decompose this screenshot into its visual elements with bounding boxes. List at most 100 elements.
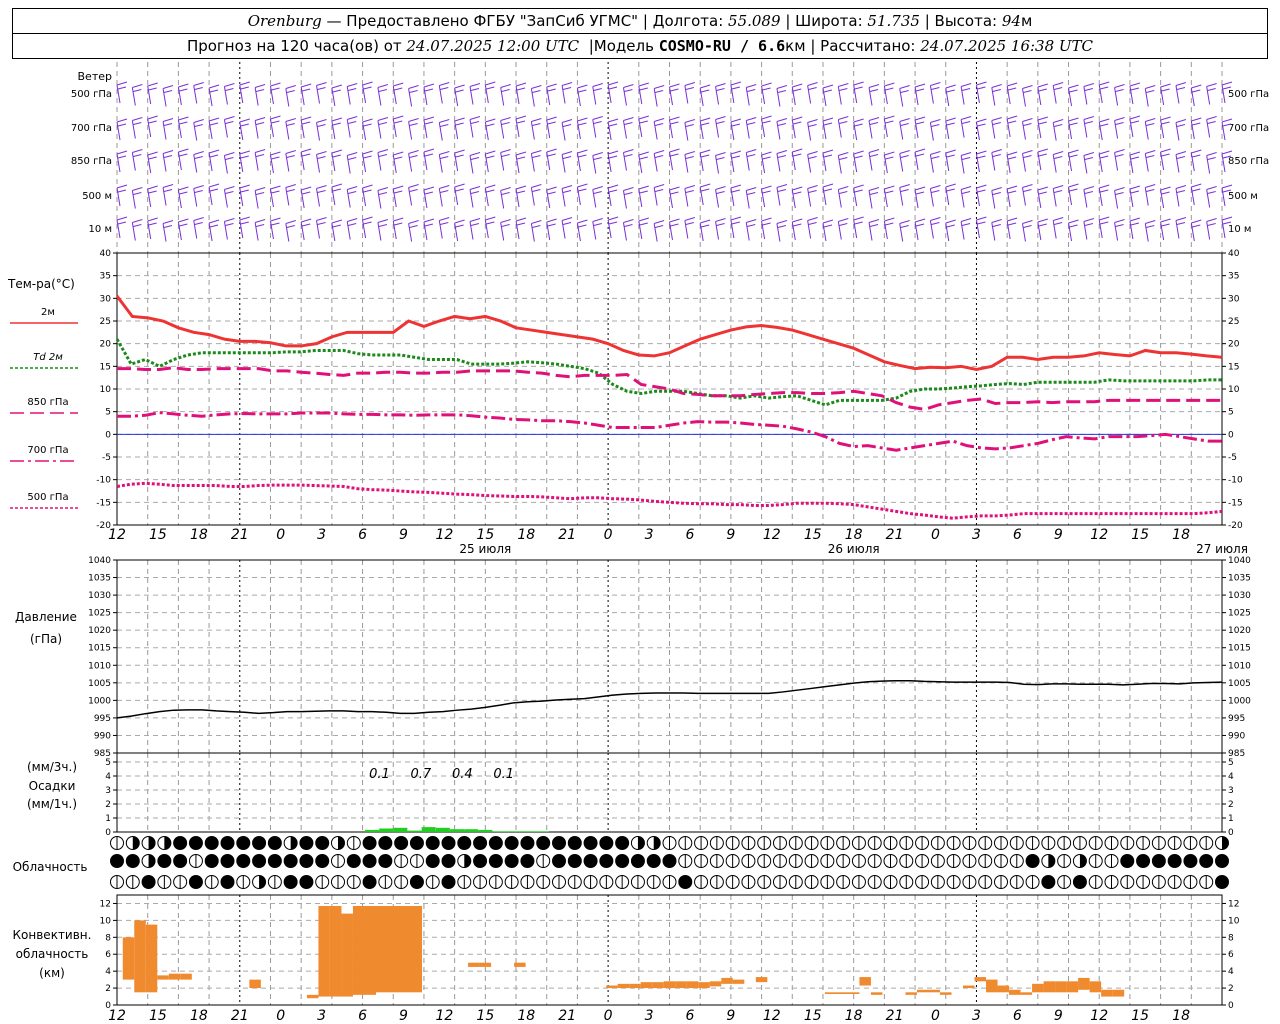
wind-barb <box>883 185 895 208</box>
wind-barb <box>423 148 435 171</box>
wind-barb <box>346 83 358 105</box>
wind-barb <box>1052 185 1064 207</box>
cloud-symbol <box>378 836 393 850</box>
precip-title: Осадки <box>29 779 76 793</box>
wind-barb <box>362 150 373 173</box>
wind-barb <box>331 84 343 107</box>
convective-tick-label-right: 10 <box>1228 916 1240 926</box>
wind-barb <box>822 219 834 242</box>
temperature-tick-label-left: 35 <box>100 272 111 282</box>
convective-tick-label-left: 12 <box>100 899 111 909</box>
wind-barb <box>116 118 128 141</box>
convective-cloud-box <box>606 985 618 989</box>
convective-cloud-box <box>249 979 261 989</box>
wind-barb <box>269 82 281 105</box>
cloud-half-fill <box>637 836 645 850</box>
wind-barb <box>254 117 266 139</box>
wind-barb <box>607 150 619 173</box>
cloud-symbol <box>1120 854 1135 868</box>
wind-barb <box>853 184 864 207</box>
convective-cloud-box <box>1032 983 1044 993</box>
wind-barb <box>638 151 649 174</box>
cloud-symbol <box>267 854 282 868</box>
wind-barb <box>1068 149 1079 172</box>
cloud-half-fill <box>259 875 266 889</box>
temperature-tick-label-right: 5 <box>1228 408 1234 418</box>
wind-barb <box>761 151 772 174</box>
cloud-symbol <box>646 854 661 868</box>
wind-barb <box>346 152 358 174</box>
wind-barb <box>423 218 435 241</box>
x-tick-label: 21 <box>886 527 904 543</box>
wind-title: Ветер <box>78 70 112 83</box>
wind-barb <box>699 183 711 206</box>
pressure-tick-label-right: 995 <box>1228 714 1245 724</box>
wind-barb <box>791 218 803 241</box>
wind-barb <box>454 219 465 242</box>
wind-barb <box>377 84 389 106</box>
legend-label: 700 гПа <box>27 445 68 456</box>
wind-barb <box>193 151 204 173</box>
wind-barb <box>576 117 588 140</box>
precip-bar <box>506 831 521 832</box>
convective-cloud-box <box>963 985 975 989</box>
wind-barb <box>960 116 972 138</box>
cloud-symbol <box>204 854 219 868</box>
wind-barb <box>1052 119 1064 141</box>
wind-level-label-right: 10 м <box>1228 224 1251 235</box>
wind-barb <box>1160 148 1171 171</box>
wind-barb <box>1098 184 1110 207</box>
wind-barb <box>561 151 573 173</box>
wind-barb <box>607 216 619 239</box>
cloud-symbol <box>378 854 393 868</box>
wind-barb <box>530 150 542 172</box>
convective-cloud-box <box>1066 981 1079 993</box>
wind-barb <box>469 83 481 105</box>
wind-barb <box>131 117 143 139</box>
wind-barb <box>500 84 511 106</box>
x-tick-label-bottom: 15 <box>476 1008 494 1024</box>
wind-barb <box>177 83 189 106</box>
x-tick-label-bottom: 9 <box>399 1008 408 1024</box>
x-tick-label-bottom: 0 <box>931 1008 940 1024</box>
precip-tick-label-left: 5 <box>105 758 111 768</box>
wind-barb <box>576 183 588 206</box>
wind-barb <box>438 119 450 141</box>
wind-barb <box>1083 152 1095 174</box>
wind-barb <box>1175 82 1187 104</box>
wind-barb <box>254 219 266 241</box>
wind-barb <box>807 82 818 104</box>
x-tick-label: 0 <box>276 527 285 543</box>
temperature-tick-label-right: 0 <box>1228 430 1234 440</box>
wind-barb <box>776 184 788 206</box>
convective-cloud-box <box>410 906 423 993</box>
wind-barb <box>745 219 757 241</box>
cloud-symbol <box>362 836 377 850</box>
wind-barb <box>223 116 235 138</box>
cloud-symbol <box>1072 875 1087 889</box>
precip-tick-label-right: 1 <box>1228 814 1234 824</box>
cloud-symbol <box>409 875 424 889</box>
wind-barb <box>223 218 235 240</box>
wind-barb <box>592 218 603 240</box>
x-tick-label-bottom: 3 <box>972 1008 981 1024</box>
wind-barb <box>515 82 527 105</box>
cloud-symbol <box>1041 875 1056 889</box>
x-tick-label-bottom: 6 <box>358 1008 367 1024</box>
wind-barb <box>285 118 296 140</box>
wind-barb <box>837 116 849 138</box>
wind-barb <box>607 184 619 207</box>
x-tick-label-bottom: 15 <box>1131 1008 1149 1024</box>
wind-barb <box>515 217 527 240</box>
wind-barb <box>1052 217 1064 239</box>
wind-barb <box>316 119 327 141</box>
wind-barb <box>484 118 496 141</box>
wind-barb <box>761 217 772 240</box>
cloud-half-fill <box>148 854 156 868</box>
cloud-symbol <box>504 836 519 850</box>
wind-barb <box>684 119 695 141</box>
pressure-tick-label-right: 1025 <box>1228 609 1251 619</box>
pressure-tick-label-left: 1020 <box>88 626 111 636</box>
cloud-symbol <box>583 836 598 850</box>
temperature-tick-label-right: -10 <box>1228 476 1243 486</box>
